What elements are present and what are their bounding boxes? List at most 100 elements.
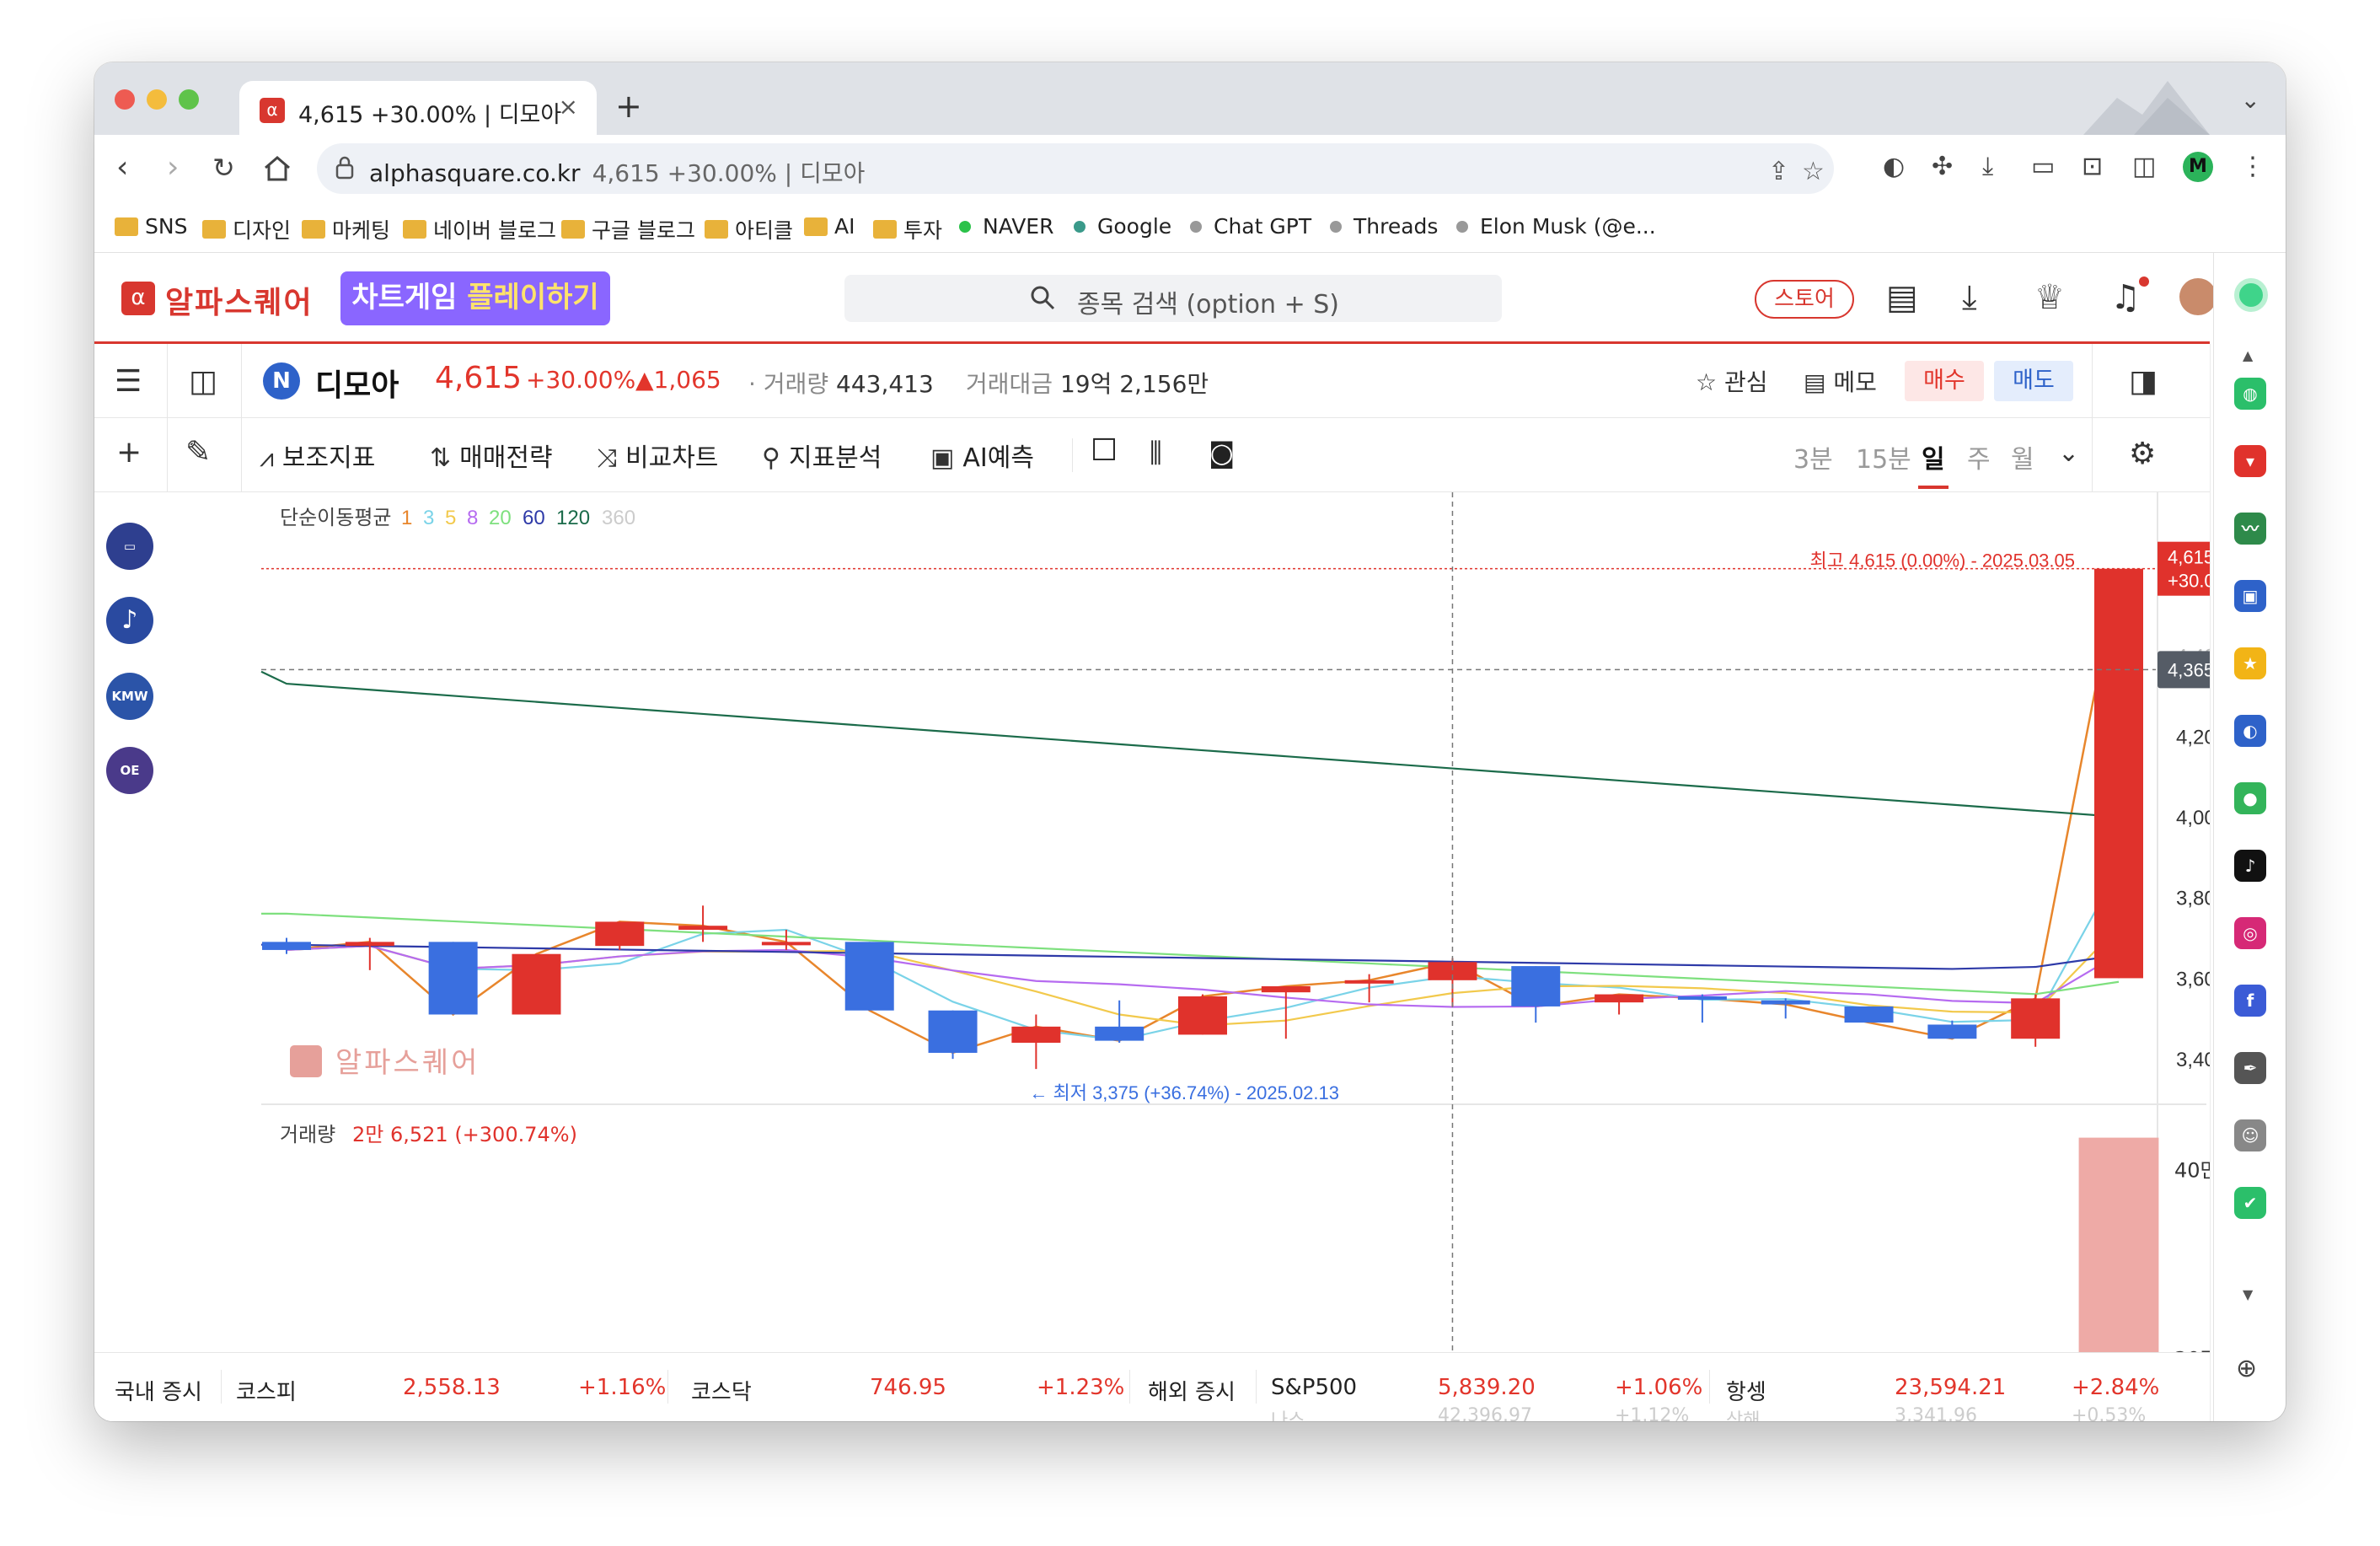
period-3min[interactable]: 3분 — [1793, 438, 1833, 475]
forward-icon[interactable]: › — [167, 150, 179, 185]
analysis-tool-button[interactable]: ⚲ 지표분석 — [762, 437, 882, 474]
app-star-icon[interactable]: ★ — [2234, 647, 2266, 679]
app-facebook-icon[interactable]: f — [2234, 985, 2266, 1017]
bookmark-chatgpt[interactable]: Chat GPT — [1190, 214, 1311, 239]
indicator-tool-button[interactable]: ⩘ 보조지표 — [260, 437, 375, 474]
bookmark-threads[interactable]: Threads — [1330, 214, 1438, 239]
scroll-up-icon[interactable]: ▲ — [2243, 347, 2253, 363]
user-avatar[interactable] — [2179, 278, 2217, 315]
scroll-down-icon[interactable]: ▼ — [2243, 1286, 2253, 1302]
period-15min[interactable]: 15분 — [1856, 438, 1911, 475]
folder-icon — [561, 220, 585, 239]
ai-predict-button[interactable]: ▣ AI예측 — [930, 437, 1034, 474]
strategy-tool-button[interactable]: ⇅ 매매전략 — [430, 437, 553, 474]
layout-square-icon[interactable]: ☐ — [1091, 433, 1118, 468]
ticker-hangseng-label[interactable]: 항셍 — [1726, 1375, 1766, 1406]
related-stock-avatar[interactable]: ♪ — [106, 597, 153, 644]
app-browser-icon[interactable]: ◐ — [2234, 715, 2266, 747]
app-pen-icon[interactable]: ✒ — [2234, 1052, 2266, 1084]
related-stock-avatar[interactable]: KMW — [106, 673, 153, 720]
settings-gear-icon[interactable]: ⚙ — [2129, 437, 2156, 471]
panel-toggle-icon[interactable]: ◫ — [189, 364, 217, 399]
period-dropdown-chevron-icon[interactable]: ⌄ — [2058, 438, 2079, 468]
screenshot-icon[interactable]: ⊡ — [2082, 152, 2103, 181]
stock-search-box[interactable]: 종목 검색 (option + S) — [844, 275, 1502, 322]
bookmark-folder-google-blog[interactable]: 구글 블로그 — [561, 214, 695, 244]
period-day[interactable]: 일 — [1922, 438, 1945, 475]
app-earth-icon[interactable]: ◍ — [2234, 378, 2266, 410]
candle-type-icon[interactable]: ⫼ — [1150, 437, 1162, 470]
bookmark-folder-marketing[interactable]: 마케팅 — [302, 214, 390, 244]
download-icon[interactable]: ⤓ — [1982, 152, 1993, 181]
profile-avatar[interactable]: M — [2183, 152, 2213, 182]
app-map-pin-icon[interactable]: ● — [2234, 782, 2266, 814]
store-button[interactable]: 스토어 — [1755, 280, 1854, 319]
sidepanel-icon[interactable]: ◫ — [2132, 152, 2156, 181]
share-icon[interactable]: ⇪ — [1768, 157, 1789, 186]
new-tab-button[interactable]: + — [615, 88, 642, 125]
bookmark-star-icon[interactable]: ☆ — [1802, 157, 1825, 186]
back-icon[interactable]: ‹ — [116, 150, 128, 185]
related-stock-avatar[interactable]: OE — [106, 747, 153, 794]
draw-pen-icon[interactable]: ✎ — [185, 435, 211, 470]
candlestick-chart[interactable]: 4,2004,0003,8003,6003,4004,400최고 4,615 (… — [167, 492, 2259, 1421]
divider — [667, 1370, 668, 1404]
bookmark-naver[interactable]: NAVER — [959, 214, 1053, 239]
bookmark-folder-naver-blog[interactable]: 네이버 블로그 — [403, 214, 556, 244]
watchlist-button[interactable]: ☆ 관심 — [1696, 364, 1768, 398]
alphasquare-logo-icon[interactable]: α — [121, 282, 155, 315]
pin-icon[interactable]: ⚲ — [2239, 1420, 2254, 1421]
related-stock-avatar[interactable]: ▭ — [106, 523, 153, 570]
notification-bell-icon[interactable]: ♫ — [2110, 278, 2141, 317]
close-window-button[interactable] — [115, 89, 135, 110]
memo-button[interactable]: ▤ 메모 — [1804, 364, 1877, 398]
browser-tab-active[interactable]: α 4,615 +30.00% | 디모아 × — [239, 81, 597, 135]
buy-button[interactable]: 매수 — [1905, 361, 1984, 401]
app-briefcase-icon[interactable]: ▣ — [2234, 580, 2266, 612]
bookmark-folder-sns[interactable]: SNS — [115, 214, 187, 239]
minimize-window-button[interactable] — [147, 89, 167, 110]
ticker-kosdaq-label[interactable]: 코스닥 — [691, 1375, 752, 1406]
chart-game-promo-button[interactable]: 차트게임 플레이하기 — [340, 271, 610, 325]
app-instagram-icon[interactable]: ◎ — [2234, 917, 2266, 949]
chart-area[interactable]: 4,2004,0003,8003,6003,4004,400최고 4,615 (… — [167, 492, 2259, 1421]
add-app-icon[interactable]: ⊕ — [2236, 1354, 2257, 1383]
extension-mouse-icon[interactable]: ◐ — [1883, 152, 1905, 181]
camera-icon[interactable]: ◙ — [1209, 437, 1235, 469]
tab-list-chevron-icon[interactable]: ⌄ — [2241, 86, 2260, 114]
stock-name[interactable]: 디모아 — [315, 361, 399, 405]
bookmark-folder-design[interactable]: 디자인 — [202, 214, 291, 244]
app-pocket-icon[interactable]: ▾ — [2234, 445, 2266, 477]
bookmark-folder-invest[interactable]: 투자 — [873, 214, 942, 244]
bookmark-folder-ai[interactable]: AI — [804, 214, 855, 239]
app-check-icon[interactable]: ✔ — [2234, 1187, 2266, 1219]
extensions-puzzle-icon[interactable]: ✣ — [1932, 152, 1953, 181]
address-bar[interactable]: alphasquare.co.kr 4,615 +30.00% | 디모아 ⇪ ☆ — [317, 143, 1834, 194]
download-icon[interactable]: ⤓ — [1962, 278, 1977, 317]
side-panel-app-icon[interactable] — [2234, 278, 2268, 312]
portfolio-add-icon[interactable]: ▤ — [1886, 278, 1918, 317]
reload-icon[interactable]: ↻ — [212, 152, 235, 184]
home-icon[interactable] — [263, 155, 292, 182]
browser-menu-icon[interactable]: ⋮ — [2240, 152, 2265, 181]
bookmark-elon-musk[interactable]: Elon Musk (@e... — [1456, 214, 1656, 239]
trophy-icon[interactable]: ♕ — [2034, 278, 2065, 317]
compare-tool-button[interactable]: ⤨ 비교차트 — [597, 437, 718, 474]
right-panel-toggle-icon[interactable]: ◨ — [2129, 364, 2158, 399]
tab-close-icon[interactable]: × — [559, 93, 578, 121]
app-stock-icon[interactable]: 〰 — [2234, 513, 2266, 545]
app-avatar-icon[interactable]: ☺ — [2234, 1119, 2266, 1151]
bookmark-google[interactable]: Google — [1074, 214, 1171, 239]
bookmark-folder-article[interactable]: 아티클 — [705, 214, 793, 244]
screen-record-icon[interactable]: ▭ — [2031, 152, 2055, 181]
app-logo-text[interactable]: 알파스퀘어 — [165, 278, 314, 322]
period-month[interactable]: 월 — [2011, 438, 2034, 475]
menu-hamburger-icon[interactable]: ☰ — [115, 364, 142, 399]
zoom-window-button[interactable] — [179, 89, 199, 110]
ticker-sp500-label[interactable]: S&P500 — [1271, 1375, 1357, 1400]
add-icon[interactable]: + — [116, 435, 142, 470]
app-tiktok-icon[interactable]: ♪ — [2234, 850, 2266, 882]
ticker-kospi-label[interactable]: 코스피 — [236, 1375, 297, 1406]
sell-button[interactable]: 매도 — [1994, 361, 2073, 401]
period-week[interactable]: 주 — [1967, 438, 1991, 475]
